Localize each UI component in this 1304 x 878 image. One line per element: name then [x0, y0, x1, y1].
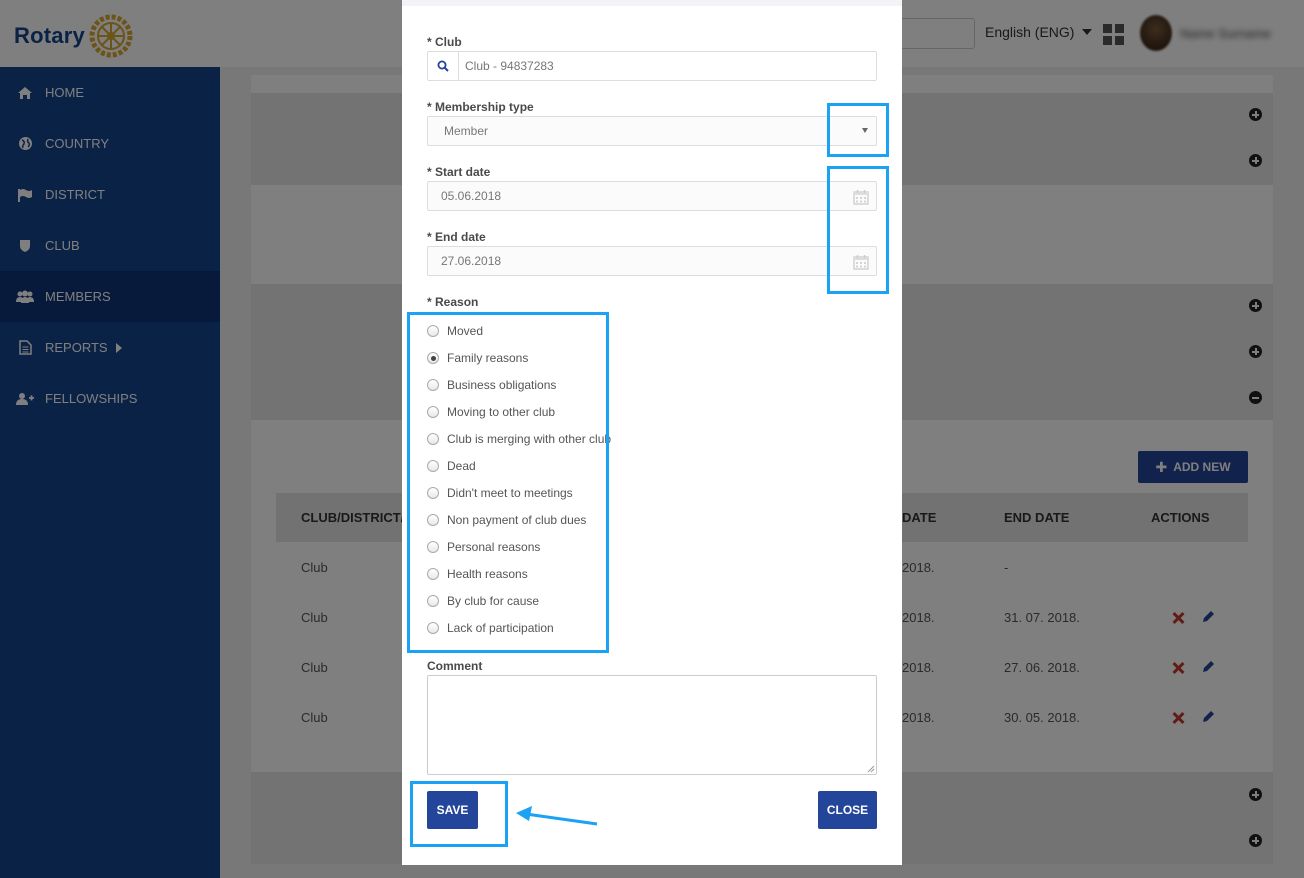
club-search-field[interactable]: Club - 94837283: [427, 51, 877, 81]
resize-grip-icon[interactable]: [867, 765, 875, 773]
start-date-label: * Start date: [427, 165, 491, 179]
reason-label: * Reason: [427, 295, 479, 309]
annotation-highlight-dropdown: [827, 103, 889, 157]
annotation-highlight-calendars: [827, 166, 889, 294]
end-date-label: * End date: [427, 230, 486, 244]
search-icon: [428, 52, 459, 80]
start-date-value: 05.06.2018: [441, 189, 502, 203]
membership-type-value: Member: [444, 124, 489, 138]
modal-header-strip: [402, 0, 902, 6]
comment-label: Comment: [427, 659, 483, 673]
annotation-highlight-save: [410, 781, 508, 847]
start-date-field[interactable]: 05.06.2018: [427, 181, 877, 211]
end-date-field[interactable]: 27.06.2018: [427, 246, 877, 276]
club-value: Club - 94837283: [465, 59, 554, 73]
close-button[interactable]: CLOSE: [818, 791, 877, 829]
membership-type-select[interactable]: Member: [427, 116, 877, 146]
annotation-highlight-reasons: [407, 312, 609, 653]
annotation-arrow-icon: [516, 806, 598, 826]
membership-type-label: * Membership type: [427, 100, 534, 114]
club-label: * Club: [427, 35, 462, 49]
end-date-value: 27.06.2018: [441, 254, 502, 268]
comment-textarea[interactable]: [427, 675, 877, 775]
